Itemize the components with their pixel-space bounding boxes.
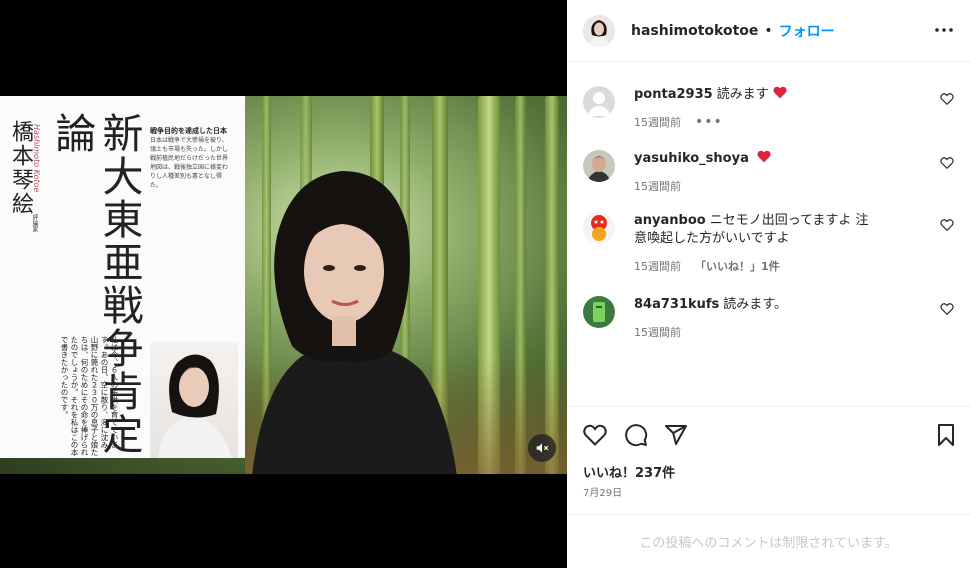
follow-button[interactable]: フォロー [779, 21, 835, 41]
likes-count[interactable]: いいね！237件 [583, 462, 675, 481]
comment-avatar[interactable] [583, 86, 615, 118]
comment-meta: 15週間前 [634, 324, 934, 340]
more-options-button[interactable] [934, 20, 954, 40]
heart-icon[interactable] [940, 156, 954, 170]
comment-avatar[interactable] [583, 296, 615, 328]
comment-avatar[interactable] [583, 150, 615, 182]
comments-list: ponta2935 読みます 15週間前 ••• yasuhiko_shoya … [567, 62, 970, 406]
comment-body: 84a731kufs 読みます。 15週間前 [634, 296, 934, 340]
comment-content: 読みます。 [723, 297, 787, 312]
book-cover: Hashimoto Kotoe 橋本琴絵 評論家 新大東亜戦争肯定論 戦争目的を… [0, 96, 245, 458]
post-header: hashimotokotoe • フォロー [567, 0, 970, 62]
red-heart-emoji [773, 86, 787, 99]
separator-dot: • [764, 22, 773, 39]
book-author: 橋本琴絵 [8, 120, 33, 216]
heart-icon[interactable] [940, 218, 954, 232]
post-date[interactable]: 7月29日 [583, 484, 622, 499]
like-button[interactable] [583, 423, 607, 447]
book-blurb: 日本は戦争で大惨禍を被り、領土も市場も失った。しかし戦前植民地だらけだった世界地… [150, 137, 229, 189]
comment-body: anyanboo ニセモノ出回ってますよ 注意喚起した方がいいですよ 15週間前 … [634, 212, 934, 274]
red-heart-emoji [757, 150, 771, 163]
comment-likes-count[interactable]: 「いいね！」1件 [695, 258, 780, 274]
woman-figure [252, 171, 457, 474]
comment-username[interactable]: 84a731kufs [634, 297, 719, 312]
author-photo [150, 342, 238, 458]
comment-meta: 15週間前 [634, 178, 934, 194]
post-image: Hashimoto Kotoe 橋本琴絵 評論家 新大東亜戦争肯定論 戦争目的を… [0, 96, 567, 474]
comment-body: ponta2935 読みます 15週間前 ••• [634, 86, 934, 130]
mute-icon [536, 443, 549, 453]
comment-text: anyanboo ニセモノ出回ってますよ 注意喚起した方がいいですよ [634, 212, 874, 248]
comment-body: yasuhiko_shoya 15週間前 [634, 150, 934, 194]
avatar[interactable] [583, 14, 615, 47]
comment-meta: 15週間前 ••• [634, 114, 934, 130]
comment-icon[interactable] [624, 423, 648, 447]
more-horizontal-icon [935, 28, 953, 32]
comment-content: 読みます [716, 87, 769, 102]
comment-text: yasuhiko_shoya [634, 150, 934, 168]
comment-meta: 15週間前 「いいね！」1件 [634, 258, 934, 274]
username[interactable]: hashimotokotoe [631, 23, 758, 39]
mute-button[interactable] [528, 434, 556, 462]
share-icon[interactable] [664, 423, 688, 447]
comment-avatar[interactable] [583, 212, 615, 244]
comment-text: 84a731kufs 読みます。 [634, 296, 934, 314]
comment-time: 15週間前 [634, 180, 681, 193]
comment-text: ponta2935 読みます [634, 86, 934, 104]
book-blurb-heading: 戦争目的を達成した日本 [150, 127, 227, 135]
bookmark-icon[interactable] [934, 423, 958, 447]
comment-more-button[interactable]: ••• [695, 114, 723, 130]
comment-username[interactable]: ponta2935 [634, 87, 713, 102]
book-body-text: 私は今、６人の子供を育てています。あの日、空に散り、海に沈み、山野に斃れた２３０… [60, 336, 119, 456]
post-actions: いいね！237件 7月29日 [567, 406, 970, 514]
comments-restricted-notice: この投稿へのコメントは制限されています。 [567, 514, 970, 568]
post-panel: hashimotokotoe • フォロー ponta2935 読みます 15週… [567, 0, 970, 568]
comment-username[interactable]: anyanboo [634, 213, 706, 228]
book-author-role: 評論家 [31, 214, 38, 232]
comment-time: 15週間前 [634, 326, 681, 339]
comment-username[interactable]: yasuhiko_shoya [634, 151, 749, 166]
comment-time: 15週間前 [634, 260, 681, 273]
comment-time: 15週間前 [634, 116, 681, 129]
heart-icon[interactable] [940, 92, 954, 106]
heart-icon[interactable] [940, 302, 954, 316]
post-media[interactable]: Hashimoto Kotoe 橋本琴絵 評論家 新大東亜戦争肯定論 戦争目的を… [0, 0, 567, 568]
